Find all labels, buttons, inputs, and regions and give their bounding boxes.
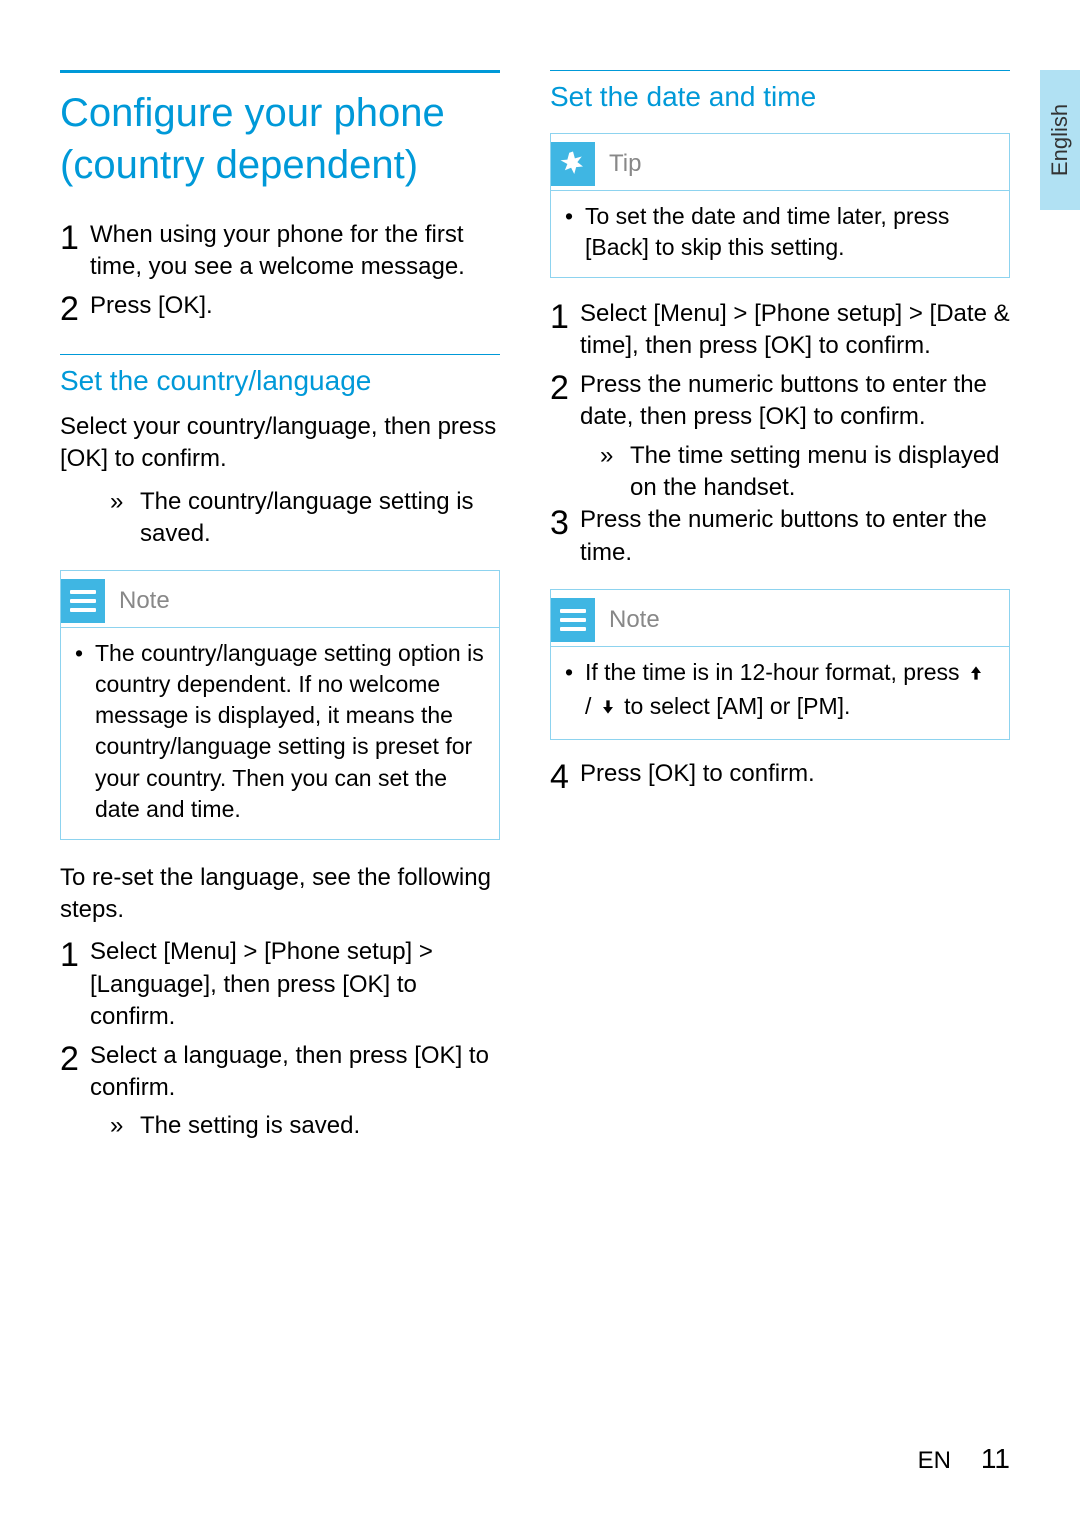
down-arrow-icon (598, 694, 618, 725)
body-text: Select your country/language, then press… (60, 411, 500, 476)
step-number: 1 (550, 298, 580, 334)
step-text: Select a language, then press [OK] to co… (90, 1040, 500, 1105)
step-item: 1 When using your phone for the first ti… (60, 219, 500, 284)
subsection-title: Set the date and time (550, 81, 1010, 113)
step-item: 2 Press the numeric buttons to enter the… (550, 369, 1010, 434)
result-bullet: » The time setting menu is displayed on … (600, 440, 1010, 505)
step-text: Press the numeric buttons to enter the t… (580, 504, 1010, 569)
result-marker: » (110, 486, 140, 518)
note-label: Note (609, 606, 660, 634)
note-icon (61, 579, 105, 623)
step-text: When using your phone for the first time… (90, 219, 500, 284)
left-column: Configure your phone (country dependent)… (60, 70, 500, 1143)
step-text: Select [Menu] > [Phone setup] > [Date & … (580, 298, 1010, 363)
step-text: Press [OK]. (90, 290, 500, 322)
body-text: To re-set the language, see the followin… (60, 862, 500, 927)
page-number: 11 (981, 1443, 1010, 1475)
step-text: Select [Menu] > [Phone setup] > [Languag… (90, 936, 500, 1033)
step-item: 2 Select a language, then press [OK] to … (60, 1040, 500, 1105)
language-tab-label: English (1047, 104, 1073, 176)
subsection-divider (550, 70, 1010, 71)
step-item: 1 Select [Menu] > [Phone setup] > [Date … (550, 298, 1010, 363)
step-item: 3 Press the numeric buttons to enter the… (550, 504, 1010, 569)
step-item: 2 Press [OK]. (60, 290, 500, 326)
note-text: • The country/language setting option is… (75, 638, 485, 824)
manual-page: English Configure your phone (country de… (0, 0, 1080, 1527)
result-text: The time setting menu is displayed on th… (630, 440, 1010, 505)
step-number: 2 (60, 1040, 90, 1076)
tip-text: • To set the date and time later, press … (565, 201, 995, 263)
step-text: Press [OK] to confirm. (580, 758, 1010, 790)
note-box: Note • If the time is in 12-hour format,… (550, 589, 1010, 740)
section-divider (60, 70, 500, 73)
step-number: 1 (60, 936, 90, 972)
result-text: The setting is saved. (140, 1110, 360, 1142)
language-tab: English (1040, 70, 1080, 210)
note-box: Note • The country/language setting opti… (60, 570, 500, 839)
subsection-divider (60, 354, 500, 355)
step-number: 2 (550, 369, 580, 405)
step-number: 4 (550, 758, 580, 794)
up-arrow-icon (966, 660, 986, 691)
note-text: • If the time is in 12-hour format, pres… (565, 657, 995, 725)
note-icon (551, 598, 595, 642)
note-label: Note (119, 587, 170, 615)
page-footer: EN 11 (918, 1443, 1010, 1475)
step-number: 1 (60, 219, 90, 255)
step-number: 3 (550, 504, 580, 540)
step-item: 4 Press [OK] to confirm. (550, 758, 1010, 794)
result-text: The country/language setting is saved. (140, 486, 500, 551)
step-text: Press the numeric buttons to enter the d… (580, 369, 1010, 434)
asterisk-icon (551, 142, 595, 186)
result-marker: » (110, 1110, 140, 1142)
result-marker: » (600, 440, 630, 472)
result-bullet: » The setting is saved. (110, 1110, 500, 1142)
result-bullet: » The country/language setting is saved. (110, 486, 500, 551)
subsection-title: Set the country/language (60, 365, 500, 397)
footer-language: EN (918, 1447, 951, 1475)
right-column: Set the date and time Tip • To set the d… (550, 70, 1010, 1143)
tip-box: Tip • To set the date and time later, pr… (550, 133, 1010, 278)
tip-label: Tip (609, 150, 641, 178)
step-item: 1 Select [Menu] > [Phone setup] > [Langu… (60, 936, 500, 1033)
step-number: 2 (60, 290, 90, 326)
section-title: Configure your phone (country dependent) (60, 87, 500, 191)
